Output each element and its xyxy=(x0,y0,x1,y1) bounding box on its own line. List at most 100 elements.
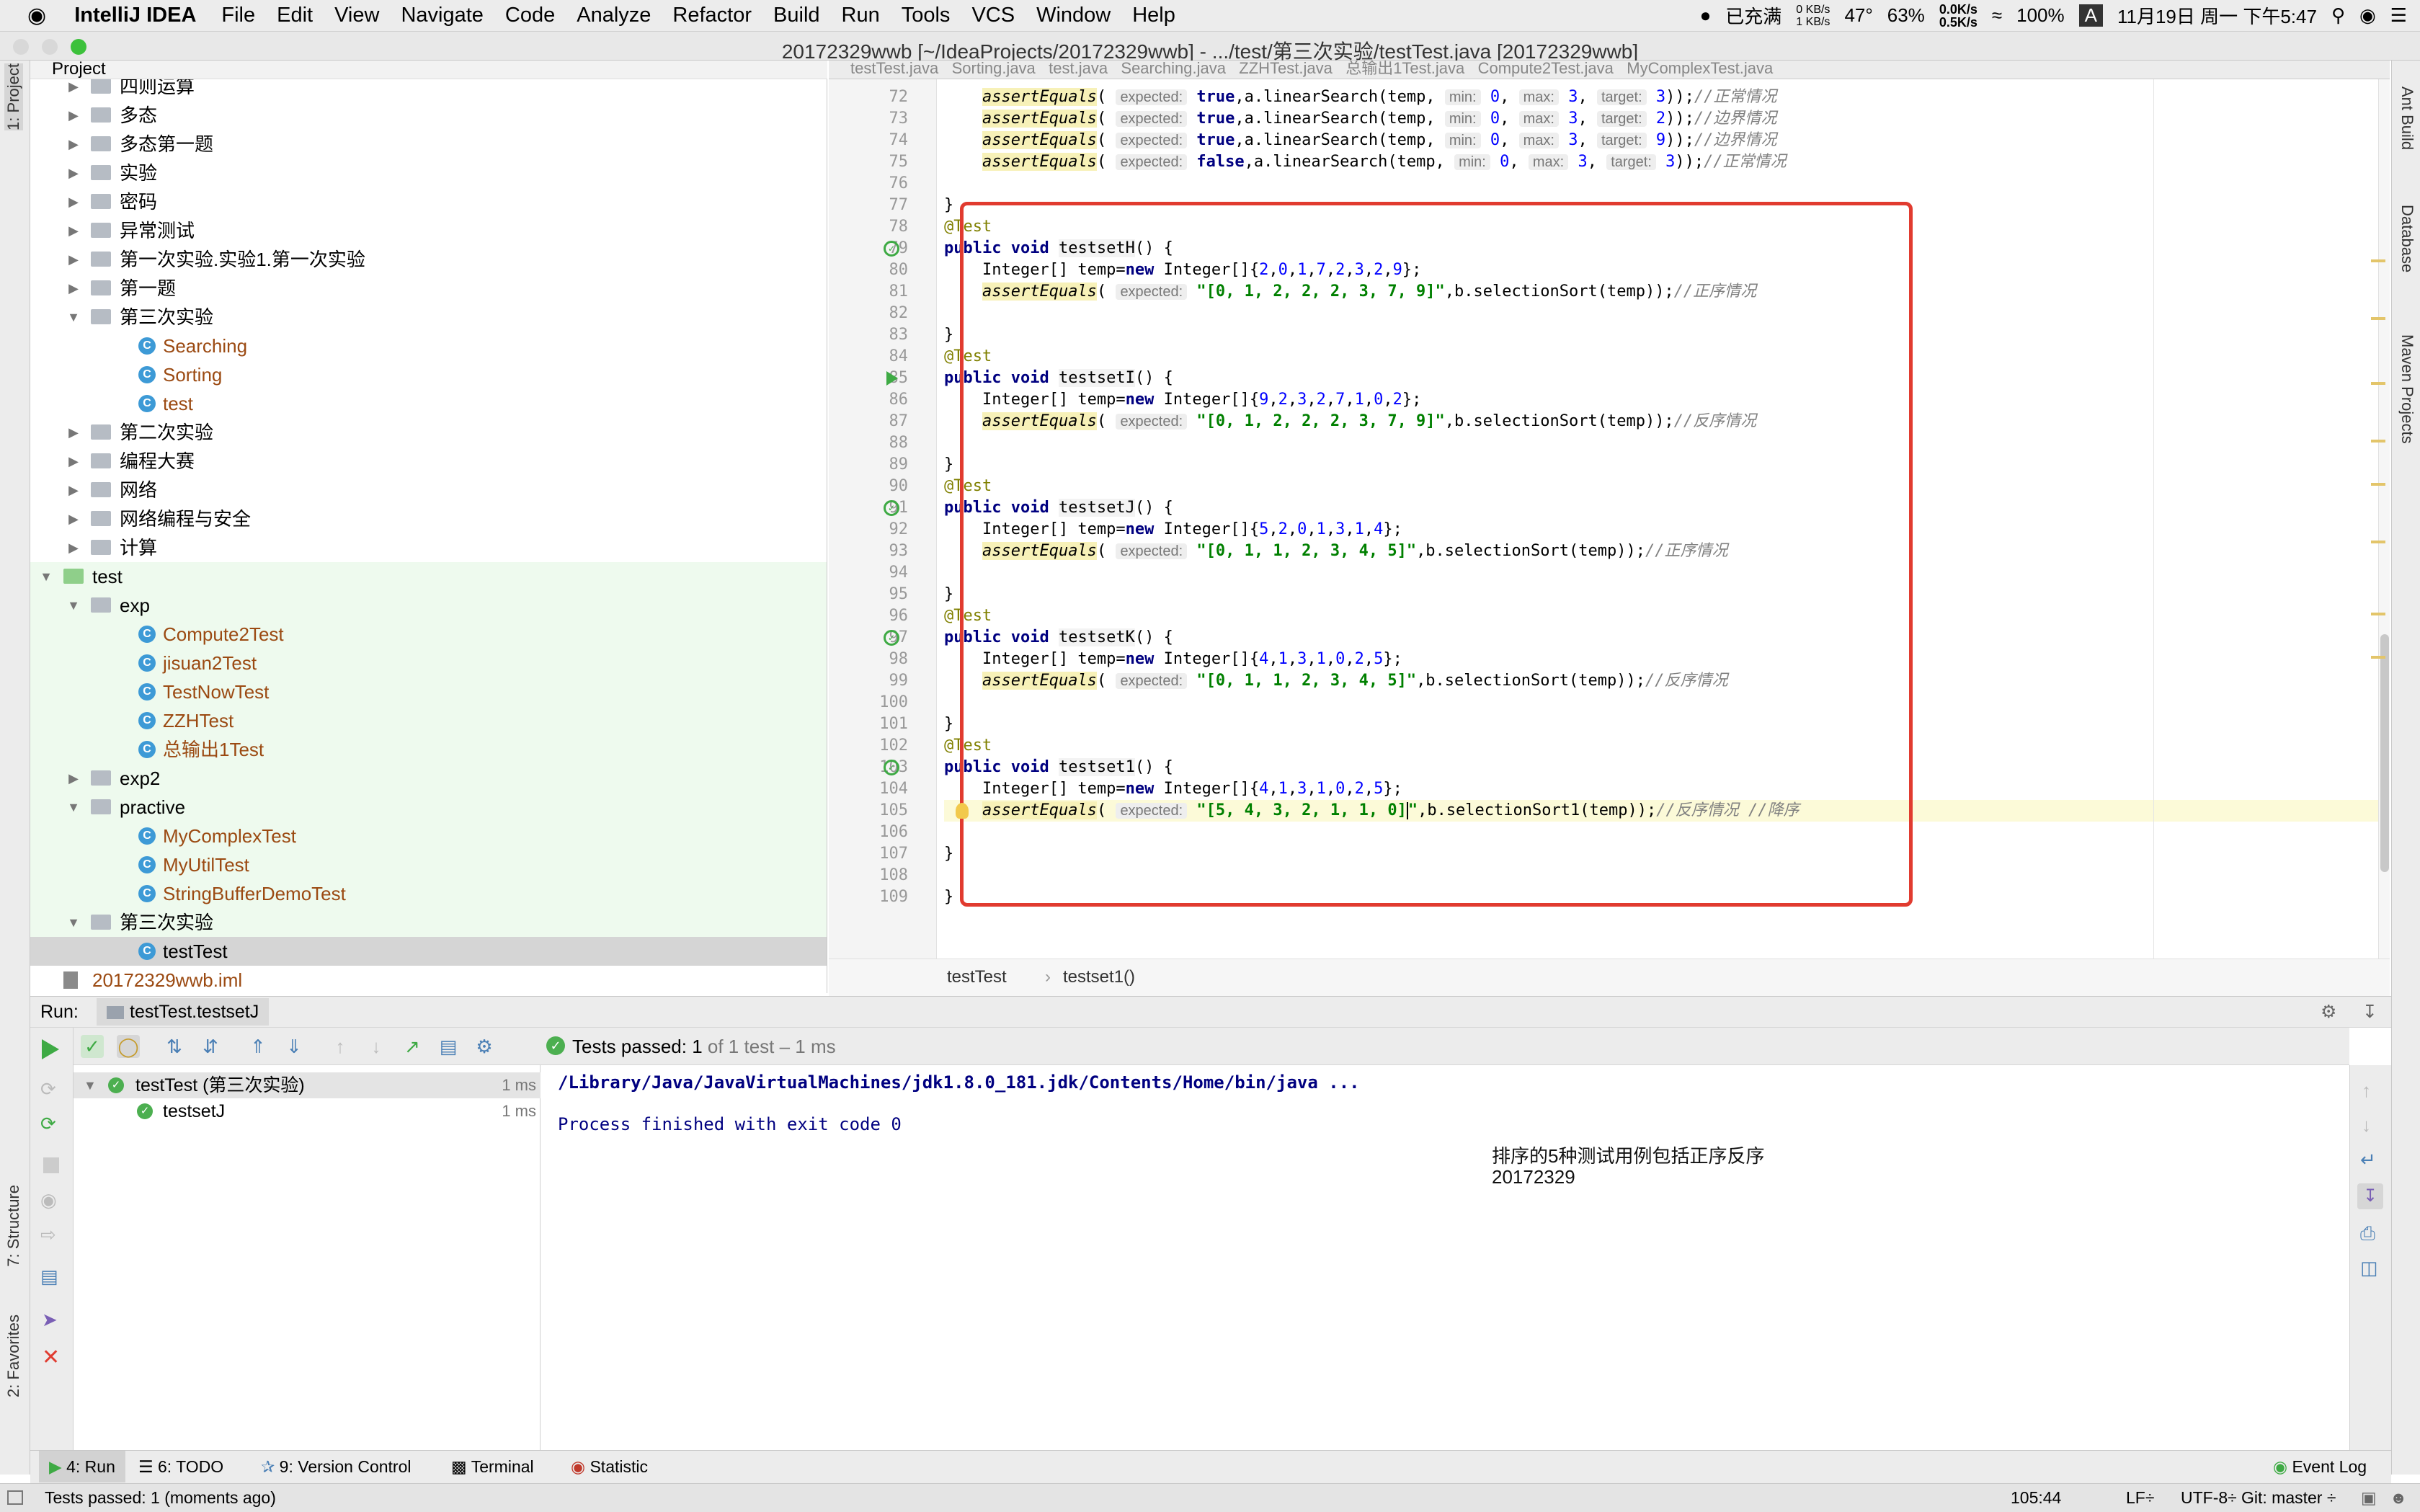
tree-item-folder[interactable]: ▼ exp xyxy=(30,591,827,620)
menu-build[interactable]: Build xyxy=(762,4,831,27)
code-line[interactable] xyxy=(944,173,2380,195)
tool-structure[interactable]: 7: Structure xyxy=(4,1185,23,1267)
menu-refactor[interactable]: Refactor xyxy=(662,4,762,27)
notification-center-icon[interactable]: ☰ xyxy=(2383,4,2420,27)
tool-database[interactable]: Database xyxy=(2398,205,2416,272)
scroll-marker[interactable] xyxy=(2371,483,2385,486)
scroll-marker[interactable] xyxy=(2371,656,2385,659)
tab-terminal[interactable]: ▩ Terminal xyxy=(451,1451,534,1482)
menu-navigate[interactable]: Navigate xyxy=(390,4,494,27)
tool-project[interactable]: 1: Project xyxy=(4,63,23,130)
tab-todo[interactable]: ☰ 6: TODO xyxy=(138,1451,223,1482)
menu-analyze[interactable]: Analyze xyxy=(566,4,662,27)
soft-wrap-icon[interactable]: ↵ xyxy=(2360,1149,2376,1171)
tree-item-class[interactable]: C MyUtilTest xyxy=(30,850,827,879)
tab-run[interactable]: ▶ 4: Run xyxy=(39,1451,125,1482)
menu-file[interactable]: File xyxy=(210,4,266,27)
tree-item-class[interactable]: C TestNowTest xyxy=(30,677,827,706)
expand-arrow-icon[interactable]: ▼ xyxy=(39,562,53,591)
collapsed-arrow-icon[interactable]: ▶ xyxy=(66,274,81,303)
breadcrumb-method[interactable]: testset1() xyxy=(1063,959,1135,995)
tree-item-file[interactable]: 20172329wwb.iml xyxy=(30,966,827,993)
next-test-icon[interactable]: ↓ xyxy=(365,1035,388,1058)
sort-duration-icon[interactable]: ⇵ xyxy=(199,1035,222,1058)
editor-scrollbar[interactable] xyxy=(2378,79,2390,959)
code-line[interactable]: assertEquals( expected: true,a.linearSea… xyxy=(944,86,2380,108)
siri-icon[interactable]: ◉ xyxy=(2352,4,2383,27)
editor-tabs[interactable]: testTest.java Sorting.java test.java Sea… xyxy=(829,61,2390,79)
run-test-icon[interactable] xyxy=(886,371,898,386)
tab-version-control[interactable]: ✰ 9: Version Control xyxy=(261,1451,412,1482)
scroll-up-icon[interactable]: ↑ xyxy=(2362,1080,2371,1102)
collapsed-arrow-icon[interactable]: ▶ xyxy=(66,533,81,562)
editor-tab-strip[interactable]: testTest.java Sorting.java test.java Sea… xyxy=(829,61,1773,77)
bell-icon[interactable]: ● xyxy=(1693,4,1719,27)
tree-item-folder[interactable]: ▶ 编程大赛 xyxy=(30,447,827,476)
code-line[interactable]: assertEquals( expected: true,a.linearSea… xyxy=(944,108,2380,130)
collapsed-arrow-icon[interactable]: ▶ xyxy=(66,130,81,159)
export-icon[interactable]: ⇨ xyxy=(40,1224,56,1246)
tree-item-folder[interactable]: ▶ 密码 xyxy=(30,187,827,216)
show-ignored-icon[interactable]: ◯ xyxy=(117,1035,140,1058)
scroll-marker[interactable] xyxy=(2371,440,2385,443)
collapsed-arrow-icon[interactable]: ▶ xyxy=(66,476,81,504)
tree-item-folder[interactable]: ▶ 计算 xyxy=(30,533,827,562)
collapsed-arrow-icon[interactable]: ▶ xyxy=(66,187,81,216)
tree-item-folder[interactable]: ▶ 实验 xyxy=(30,159,827,187)
tool-maven-projects[interactable]: Maven Projects xyxy=(2398,334,2416,444)
tree-item-class[interactable]: Ctest xyxy=(30,389,827,418)
tab-event-log[interactable]: ◉ Event Log xyxy=(2273,1451,2367,1482)
tree-item-class[interactable]: C Sorting xyxy=(30,360,827,389)
apple-icon[interactable]: ◉ xyxy=(0,3,57,28)
tool-ant-build[interactable]: Ant Build xyxy=(2398,86,2416,150)
tree-item-class[interactable]: C Searching xyxy=(30,332,827,360)
test-case-row[interactable]: ✓ testsetJ 1 ms xyxy=(74,1098,541,1124)
code-line[interactable]: assertEquals( expected: true,a.linearSea… xyxy=(944,130,2380,151)
git-branch[interactable]: Git: master ÷ xyxy=(2241,1484,2336,1511)
collapsed-arrow-icon[interactable]: ▶ xyxy=(66,245,81,274)
run-settings-icon[interactable]: ⚙ xyxy=(2321,997,2336,1027)
tree-item-folder[interactable]: ▼ 第三次实验 xyxy=(30,303,827,332)
scroll-down-icon[interactable]: ↓ xyxy=(2362,1114,2371,1137)
tab-statistic[interactable]: ◉ Statistic xyxy=(571,1451,648,1482)
breadcrumb-class[interactable]: testTest xyxy=(947,959,1007,995)
intention-bulb-icon[interactable] xyxy=(956,803,969,819)
tree-item-class[interactable]: C StringBufferDemoTest xyxy=(30,879,827,908)
stop-icon[interactable] xyxy=(43,1157,59,1173)
tree-item-class[interactable]: C MyComplexTest xyxy=(30,822,827,850)
collapsed-arrow-icon[interactable]: ▶ xyxy=(66,79,81,101)
project-panel-header[interactable]: Project xyxy=(30,61,827,79)
tree-item-folder[interactable]: ▶ exp2 xyxy=(30,764,827,793)
status-message[interactable]: Tests passed: 1 (moments ago) xyxy=(45,1484,276,1511)
collapsed-arrow-icon[interactable]: ▶ xyxy=(66,216,81,245)
input-method[interactable]: A xyxy=(2078,4,2103,27)
collapse-arrow-icon[interactable]: ▼ xyxy=(84,1072,97,1098)
expand-arrow-icon[interactable]: ▼ xyxy=(66,793,81,822)
cpu-usage[interactable]: 63% xyxy=(1880,4,1932,27)
expand-arrow-icon[interactable]: ▼ xyxy=(66,908,81,937)
layout-icon[interactable]: ▤ xyxy=(40,1266,58,1288)
rerun-failed-icon[interactable]: ⟳ xyxy=(40,1078,56,1100)
pin-icon[interactable]: ➤ xyxy=(42,1309,58,1331)
charge-status[interactable]: 已充满 xyxy=(1718,2,1789,29)
tree-item-folder[interactable]: ▶ 多态 xyxy=(30,101,827,130)
tree-item-folder[interactable]: ▶ 第一次实验.实验1.第一次实验 xyxy=(30,245,827,274)
previous-test-icon[interactable]: ↑ xyxy=(329,1035,352,1058)
run-test-passed-icon[interactable]: ✓ xyxy=(884,630,899,646)
sort-alpha-icon[interactable]: ⇅ xyxy=(163,1035,186,1058)
menu-tools[interactable]: Tools xyxy=(891,4,961,27)
battery-level[interactable]: 100% xyxy=(2009,4,2072,27)
tree-item-folder[interactable]: ▼ practive xyxy=(30,793,827,822)
scroll-to-end-icon[interactable]: ↧ xyxy=(2357,1183,2383,1209)
scroll-marker[interactable] xyxy=(2371,541,2385,543)
collapsed-arrow-icon[interactable]: ▶ xyxy=(66,159,81,187)
menu-vcs[interactable]: VCS xyxy=(961,4,1026,27)
snapshot-icon[interactable]: ◉ xyxy=(40,1189,57,1211)
tree-item-folder[interactable]: ▶ 网络编程与安全 xyxy=(30,504,827,533)
run-test-passed-icon[interactable]: ✓ xyxy=(884,500,899,516)
status-panel-icon[interactable] xyxy=(7,1490,23,1505)
hide-panel-icon[interactable]: ↧ xyxy=(2362,997,2377,1027)
collapsed-arrow-icon[interactable]: ▶ xyxy=(66,101,81,130)
run-test-passed-icon[interactable]: ✓ xyxy=(884,241,899,257)
scroll-marker[interactable] xyxy=(2371,259,2385,262)
